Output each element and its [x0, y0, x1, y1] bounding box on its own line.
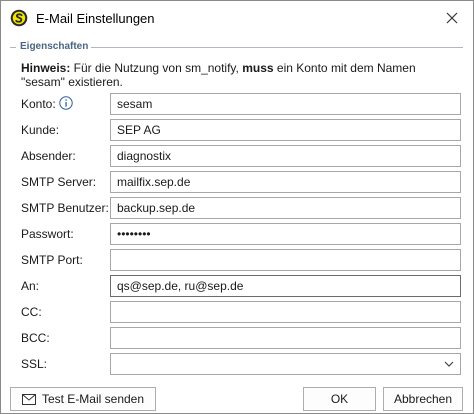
bcc-label: BCC: — [21, 331, 50, 345]
window-title: E-Mail Einstellungen — [36, 11, 155, 26]
passwort-label: Passwort: — [21, 227, 74, 241]
kunde-label: Kunde: — [21, 123, 60, 137]
hint-text: Hinweis: Für die Nutzung von sm_notify, … — [21, 61, 461, 89]
smtp-benutzer-label: SMTP Benutzer: — [21, 201, 109, 215]
hint-prefix: Hinweis: — [21, 61, 71, 75]
test-email-label: Test E-Mail senden — [41, 392, 145, 406]
info-icon[interactable] — [59, 96, 73, 110]
ok-button[interactable]: OK — [303, 387, 376, 411]
group-border-left — [10, 47, 16, 48]
group-border-right — [91, 47, 463, 48]
ssl-select[interactable] — [110, 353, 461, 375]
close-icon — [446, 12, 458, 24]
ok-label: OK — [330, 392, 349, 406]
cancel-label: Abbrechen — [393, 392, 453, 406]
hint-text-1: Für die Nutzung von sm_notify, — [70, 61, 243, 75]
cancel-button[interactable]: Abbrechen — [383, 387, 463, 411]
an-label: An: — [21, 279, 40, 293]
konto-label: Konto: — [21, 97, 56, 111]
bcc-input[interactable] — [110, 327, 461, 349]
absender-input[interactable] — [110, 145, 461, 167]
konto-input[interactable] — [110, 93, 461, 115]
smtp-benutzer-input[interactable] — [110, 197, 461, 219]
kunde-input[interactable] — [110, 119, 461, 141]
smtp-server-label: SMTP Server: — [21, 175, 97, 189]
absender-label: Absender: — [21, 149, 76, 163]
sesam-logo-icon — [10, 9, 28, 27]
envelope-icon — [21, 393, 36, 405]
smtp-server-input[interactable] — [110, 171, 461, 193]
test-email-button[interactable]: Test E-Mail senden — [10, 387, 156, 411]
chevron-down-icon — [444, 361, 454, 367]
cc-label: CC: — [21, 305, 42, 319]
hint-emphasis: muss — [242, 61, 274, 75]
cc-input[interactable] — [110, 301, 461, 323]
group-legend: Eigenschaften — [20, 41, 89, 52]
close-button[interactable] — [441, 7, 463, 29]
email-settings-dialog: E-Mail Einstellungen Eigenschaften Hinwe… — [0, 0, 474, 414]
smtp-port-input[interactable] — [110, 249, 461, 271]
smtp-port-label: SMTP Port: — [21, 253, 83, 267]
title-bar: E-Mail Einstellungen — [1, 1, 473, 35]
ssl-label: SSL: — [21, 357, 48, 371]
passwort-input[interactable] — [110, 223, 461, 245]
an-input[interactable] — [110, 275, 461, 297]
